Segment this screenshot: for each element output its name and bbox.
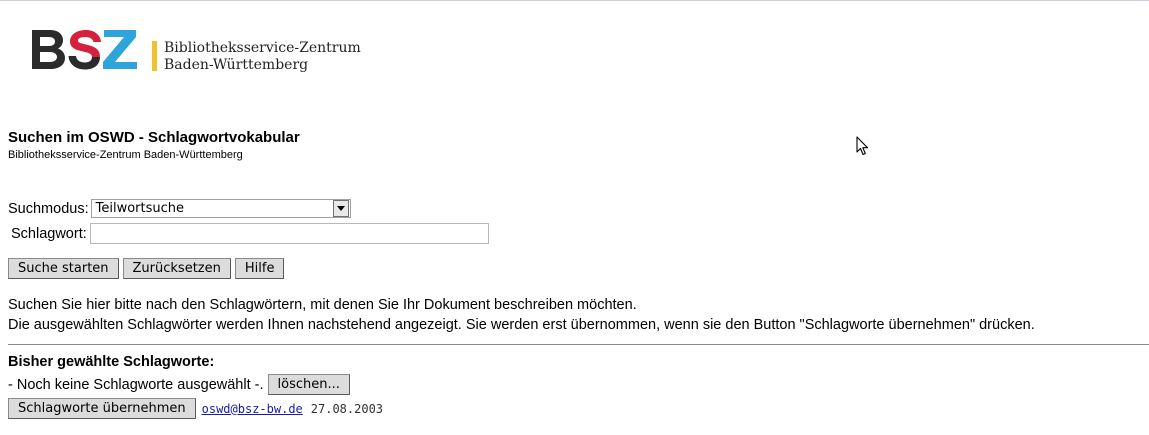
search-mode-row: Suchmodus: Teilwortsuche [8, 199, 351, 218]
bsz-logo-mark [32, 30, 137, 70]
help-text-line-2: Die ausgewählten Schlagwörter werden Ihn… [8, 317, 1035, 333]
chosen-keywords-empty: - Noch keine Schlagworte ausgewählt -. [8, 376, 264, 393]
divider [8, 344, 1149, 345]
logo-accent-bar [152, 41, 157, 71]
chosen-keywords-title: Bisher gewählte Schlagworte: [8, 354, 215, 370]
search-mode-label: Suchmodus: [8, 200, 89, 217]
logo-line-1: Bibliotheksservice-Zentrum [164, 40, 361, 56]
help-text-line-1: Suchen Sie hier bitte nach den Schlagwör… [8, 297, 637, 313]
logo-wordmark: Bibliotheksservice-Zentrum Baden-Württem… [164, 40, 361, 74]
search-buttons: Suche starten Zurücksetzen Hilfe [8, 258, 288, 279]
logo-line-2: Baden-Württemberg [164, 57, 309, 73]
search-mode-select[interactable]: Teilwortsuche [90, 199, 351, 218]
bsz-logo [30, 28, 140, 73]
keyword-row: Schlagwort: [11, 223, 489, 244]
reset-button[interactable]: Zurücksetzen [122, 258, 231, 279]
mouse-cursor-icon [856, 136, 869, 159]
page-title: Suchen im OSWD - Schlagwortvokabular [8, 129, 300, 146]
keyword-label: Schlagwort: [11, 225, 87, 242]
help-button[interactable]: Hilfe [234, 258, 285, 279]
keyword-input[interactable] [89, 223, 489, 244]
contact-email-link[interactable]: oswd@bsz-bw.de [202, 402, 303, 416]
top-border [0, 0, 1149, 1]
page-subtitle: Bibliotheksservice-Zentrum Baden-Württem… [8, 149, 243, 161]
last-updated-date: 27.08.2003 [310, 401, 384, 416]
search-mode-value: Teilwortsuche [95, 201, 184, 216]
chevron-down-icon[interactable] [332, 200, 349, 217]
apply-row: Schlagworte übernehmen oswd@bsz-bw.de 27… [8, 398, 383, 419]
chosen-keywords-row: - Noch keine Schlagworte ausgewählt -. l… [8, 374, 354, 395]
search-button[interactable]: Suche starten [8, 258, 119, 279]
delete-button[interactable]: löschen... [267, 374, 350, 395]
apply-keywords-button[interactable]: Schlagworte übernehmen [8, 398, 196, 419]
